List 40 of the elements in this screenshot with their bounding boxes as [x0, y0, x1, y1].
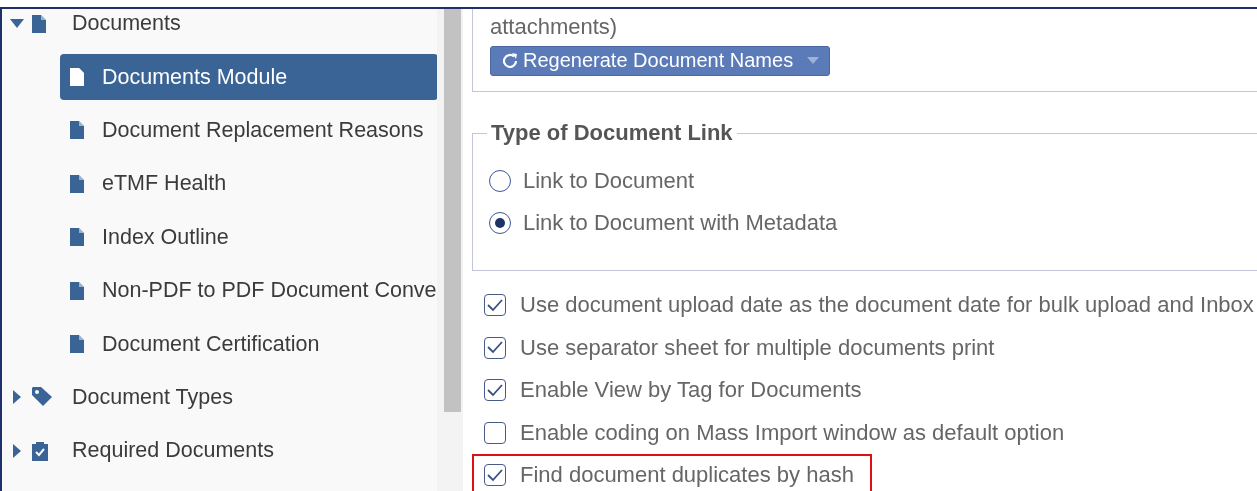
tag-icon	[32, 387, 54, 408]
checkbox-label[interactable]: Find document duplicates by hash	[520, 462, 854, 489]
checkbox-label[interactable]: Use document upload date as the document date for bulk upload and Inbox	[520, 292, 1254, 319]
file-icon	[70, 121, 84, 140]
group-title: Type of Document Link	[490, 120, 734, 146]
tree-item[interactable]: Required Documents	[2, 424, 437, 478]
file-icon	[70, 228, 84, 247]
scrollbar-thumb[interactable]	[444, 9, 461, 412]
description-text: attachments)	[490, 14, 619, 40]
caret-right-icon[interactable]	[13, 443, 21, 458]
checkbox-label[interactable]: Use separator sheet for multiple documents print	[520, 334, 995, 361]
checkbox-label[interactable]: Enable coding on Mass Import window as default option	[520, 419, 1065, 446]
caret-down-icon[interactable]	[10, 19, 24, 29]
radio-button[interactable]	[489, 170, 511, 192]
tree-item[interactable]: Document Replacement Reasons	[60, 107, 437, 154]
checkbox-label[interactable]: Enable View by Tag for Documents	[520, 377, 862, 404]
checkbox[interactable]	[484, 421, 506, 444]
tree-item[interactable]: Document Certification	[60, 321, 437, 368]
regenerate-names-button[interactable]: Regenerate Document Names	[490, 46, 831, 76]
checkbox[interactable]	[484, 464, 506, 487]
radio-label[interactable]: Link to Document	[523, 168, 695, 194]
tree-item[interactable]: Documents	[2, 9, 437, 51]
refresh-icon	[501, 51, 519, 70]
checkbox[interactable]	[484, 294, 506, 317]
file-icon	[70, 335, 84, 354]
clipboard-icon	[32, 440, 48, 461]
file-icon	[32, 14, 46, 33]
file-icon	[70, 68, 84, 87]
caret-right-icon[interactable]	[13, 390, 21, 405]
tree-item[interactable]: Non-PDF to PDF Document Conve	[60, 267, 437, 314]
tree-item[interactable]: Index Outline	[60, 214, 437, 261]
tree-item[interactable]: Documents Module	[60, 54, 437, 101]
file-icon	[70, 174, 84, 193]
radio-button[interactable]	[489, 212, 511, 234]
tree-item[interactable]: eTMF Health	[60, 160, 437, 207]
checkbox[interactable]	[484, 336, 506, 359]
tree-item[interactable]: Document Types	[2, 370, 437, 425]
file-icon	[70, 281, 84, 300]
checkbox[interactable]	[484, 379, 506, 402]
radio-label[interactable]: Link to Document with Metadata	[523, 210, 838, 236]
